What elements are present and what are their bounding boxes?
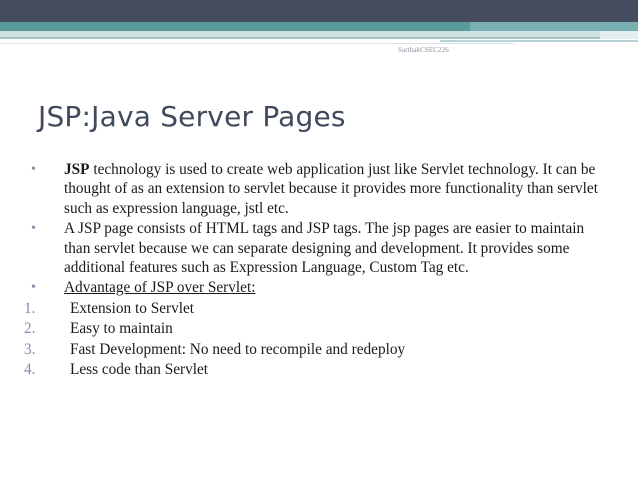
numbered-text: Easy to maintain (70, 320, 173, 338)
numbered-item: 1. Extension to Servlet (24, 299, 604, 318)
number-marker: 1. (24, 299, 36, 317)
header-stripe (440, 40, 638, 42)
numbered-item: 4. Less code than Servlet (24, 360, 604, 379)
bullet-text: technology is used to create web applica… (64, 161, 598, 217)
slide-body: • JSP technology is used to create web a… (24, 160, 604, 380)
header-stripe (0, 43, 515, 44)
number-marker: 2. (24, 320, 36, 338)
numbered-text: Fast Development: No need to recompile a… (70, 340, 406, 358)
numbered-text: Less code than Servlet (70, 361, 209, 379)
numbered-item: 2. Easy to maintain (24, 319, 604, 338)
bullet-item: • JSP technology is used to create web a… (24, 160, 604, 218)
slide-title: JSP:Java Server Pages (38, 100, 346, 133)
bullet-text-heading: Advantage of JSP over Servlet: (64, 279, 256, 297)
numbered-text: Extension to Servlet (70, 299, 195, 317)
bullet-item: • A JSP page consists of HTML tags and J… (24, 219, 604, 277)
number-marker: 3. (24, 340, 36, 358)
bullet-text: A JSP page consists of HTML tags and JSP… (64, 220, 585, 277)
header-band-teal-accent (470, 22, 638, 31)
header-stripe (0, 37, 600, 39)
slide-footer-text: SarthakCSEC226 (398, 46, 449, 54)
bullet-item: • Advantage of JSP over Servlet: (24, 278, 604, 297)
bullet-lead-term: JSP (64, 161, 90, 178)
number-marker: 4. (24, 361, 36, 379)
bullet-marker: • (31, 162, 36, 177)
slide: SarthakCSEC226 JSP:Java Server Pages • J… (0, 0, 638, 478)
header-band-dark (0, 0, 638, 22)
bullet-marker: • (31, 280, 36, 296)
bullet-marker: • (31, 221, 36, 237)
numbered-item: 3. Fast Development: No need to recompil… (24, 340, 604, 359)
header-stripe-end (600, 31, 638, 39)
